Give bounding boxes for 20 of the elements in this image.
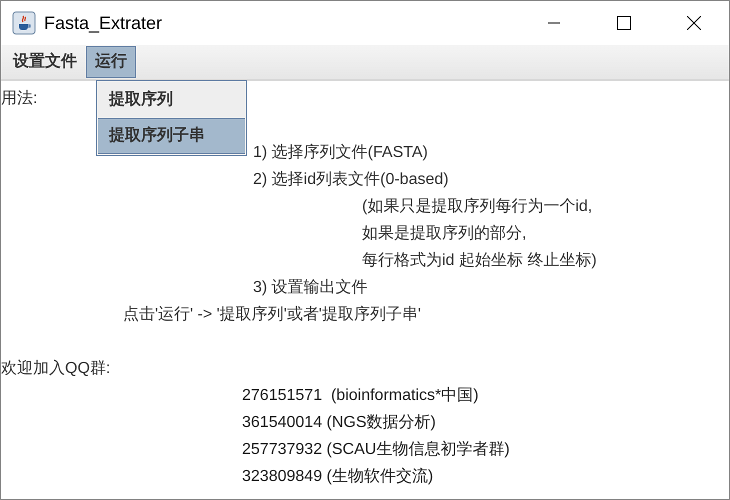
instruction-note: (如果只是提取序列每行为一个id,	[362, 198, 592, 215]
menu-option[interactable]: 提取序列子串	[98, 118, 245, 154]
window-title: Fasta_Extrater	[44, 12, 162, 34]
instruction-step: 3) 设置输出文件	[253, 279, 368, 296]
qq-group-entry: 276151571 (bioinformatics*中国)	[242, 387, 479, 404]
instruction-step: 1) 选择序列文件(FASTA)	[253, 144, 428, 161]
instruction-note: 每行格式为id 起始坐标 终止坐标)	[362, 252, 597, 269]
close-icon	[687, 16, 701, 30]
instruction-note: 如果是提取序列的部分,	[362, 225, 526, 242]
qq-group-entry: 257737932 (SCAU生物信息初学者群)	[242, 441, 510, 458]
menu-item[interactable]: 运行	[86, 46, 136, 78]
menu-item[interactable]: 设置文件	[4, 46, 86, 78]
section-heading: 欢迎加入QQ群:	[1, 360, 110, 377]
java-cup-icon	[12, 11, 36, 35]
qq-group-entry: 361540014 (NGS数据分析)	[242, 414, 436, 431]
section-heading: 用法:	[1, 90, 38, 107]
instruction-step: 2) 选择id列表文件(0-based)	[253, 171, 449, 188]
qq-group-entry: 323809849 (生物软件交流)	[242, 468, 434, 485]
maximize-icon	[617, 16, 631, 30]
instruction-hint: 点击'运行' -> '提取序列'或者'提取序列子串'	[123, 306, 421, 323]
